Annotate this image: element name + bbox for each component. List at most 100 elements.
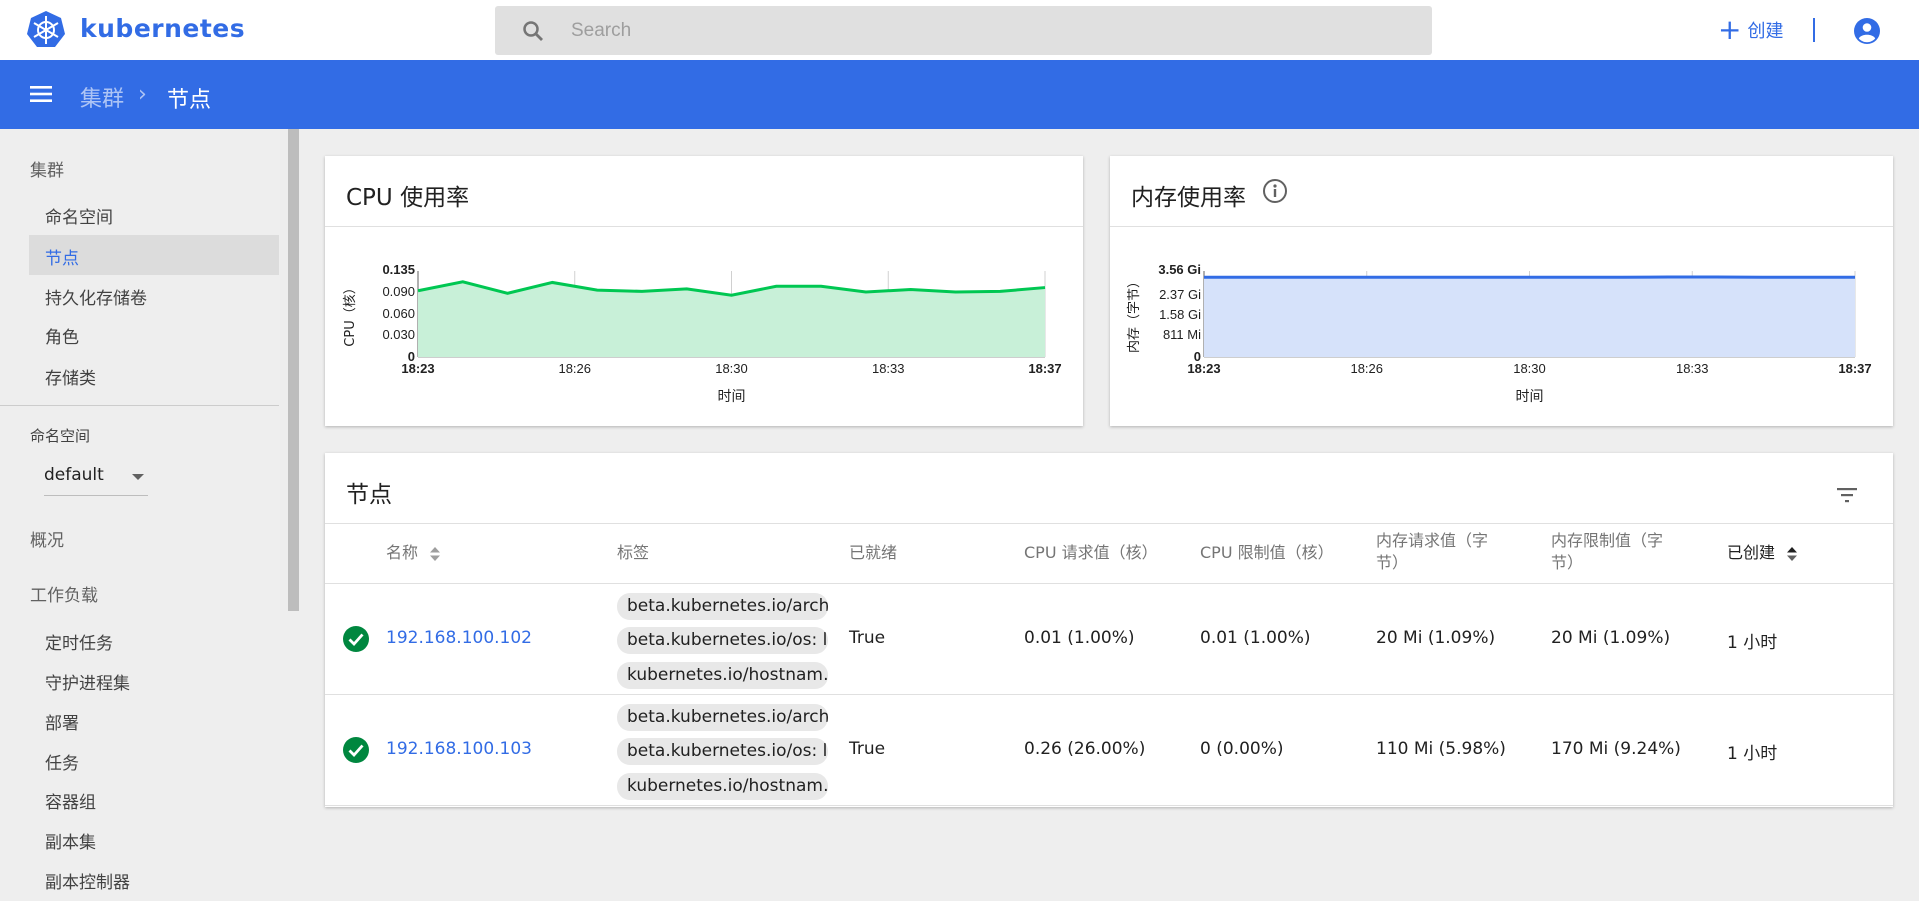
breadcrumb-current: 节点	[167, 88, 212, 113]
nodes-card-title: 节点	[346, 482, 392, 508]
table-row: 192.168.100.102 beta.kubernetes.io/arch……	[325, 584, 1893, 695]
cpu-card-title: CPU 使用率	[346, 185, 470, 211]
y-tick-label: 3.56 Gi	[1158, 262, 1201, 277]
node-memory-requests: 20 Mi (1.09%)	[1376, 628, 1496, 648]
filter-icon[interactable]	[1835, 483, 1859, 507]
label-chip[interactable]: kubernetes.io/hostnam…	[617, 662, 828, 689]
y-axis-title: CPU（核）	[343, 281, 358, 346]
search-bar[interactable]	[495, 6, 1432, 55]
label-chip[interactable]: beta.kubernetes.io/os: li…	[617, 627, 828, 654]
sort-icon	[430, 546, 441, 561]
x-tick-label: 18:37	[1028, 361, 1061, 376]
sidebar-divider	[0, 405, 279, 406]
ready-check-icon	[343, 737, 369, 763]
sidebar-item-storage-classes[interactable]: 存储类	[45, 364, 96, 389]
label-chip[interactable]: beta.kubernetes.io/os: li…	[617, 738, 828, 765]
node-memory-limits: 170 Mi (9.24%)	[1551, 739, 1681, 759]
x-axis-title: 时间	[1516, 389, 1544, 405]
memory-usage-chart: 18:23 18:26 18:30 18:33 18:37 0 811 Mi 1.58 Gi 2…	[1126, 262, 1872, 405]
x-tick-label: 18:37	[1838, 361, 1871, 376]
y-tick-label: 0.090	[382, 284, 415, 299]
node-created: 1 小时	[1727, 633, 1778, 653]
label-chip[interactable]: kubernetes.io/hostnam…	[617, 773, 828, 800]
x-tick-label: 18:33	[1676, 361, 1709, 376]
y-tick-label: 1.58 Gi	[1159, 307, 1201, 322]
node-memory-requests: 110 Mi (5.98%)	[1376, 739, 1506, 759]
sidebar-item-roles[interactable]: 角色	[45, 323, 79, 348]
node-cpu-limits: 0.01 (1.00%)	[1200, 628, 1311, 648]
x-tick-label: 18:33	[872, 361, 905, 376]
node-cpu-limits: 0 (0.00%)	[1200, 739, 1284, 759]
node-ready: True	[849, 739, 886, 759]
namespace-value: default	[44, 465, 104, 485]
search-icon	[523, 21, 543, 41]
sidebar-heading-cluster[interactable]: 集群	[30, 156, 64, 181]
column-header-name[interactable]: 名称	[386, 542, 441, 564]
create-button[interactable]: + 创建	[1718, 15, 1783, 45]
search-input[interactable]	[571, 6, 1411, 55]
column-header-created-label: 已创建	[1727, 543, 1776, 562]
sidebar-item-namespaces[interactable]: 命名空间	[45, 203, 113, 228]
column-header-labels: 标签	[617, 543, 650, 562]
hamburger-menu-icon[interactable]	[28, 82, 56, 106]
kubernetes-logo-icon[interactable]	[26, 10, 66, 50]
node-name-link[interactable]: 192.168.100.103	[386, 739, 532, 759]
column-header-created[interactable]: 已创建	[1727, 542, 1798, 564]
sidebar-item-deployments[interactable]: 部署	[45, 709, 79, 734]
node-ready: True	[849, 628, 886, 648]
x-axis-title: 时间	[718, 389, 746, 405]
info-icon[interactable]	[1262, 178, 1288, 204]
table-header: 名称 标签 已就绪 CPU 请求值（核） CPU 限制值（核） 内存请求值（字节…	[325, 523, 1893, 584]
node-memory-limits: 20 Mi (1.09%)	[1551, 628, 1671, 648]
node-name-link[interactable]: 192.168.100.102	[386, 628, 532, 648]
y-tick-label: 0.030	[382, 327, 415, 342]
column-header-name-label: 名称	[386, 543, 419, 562]
column-header-memory-limits: 内存限制值（字节）	[1551, 531, 1664, 572]
top-bar: kubernetes + 创建	[0, 0, 1919, 60]
node-cpu-requests: 0.01 (1.00%)	[1024, 628, 1135, 648]
sidebar-item-jobs[interactable]: 任务	[45, 749, 79, 774]
sidebar-item-cronjobs[interactable]: 定时任务	[45, 629, 113, 654]
column-header-ready: 已就绪	[849, 543, 898, 562]
header-divider	[1813, 18, 1815, 42]
y-tick-label: 2.37 Gi	[1159, 287, 1201, 302]
x-tick-label: 18:26	[1350, 361, 1383, 376]
sort-icon	[1787, 546, 1798, 561]
app-title[interactable]: kubernetes	[80, 14, 245, 43]
x-tick-label: 18:26	[558, 361, 591, 376]
y-tick-label: 811 Mi	[1163, 327, 1201, 342]
sidebar-item-persistent-volumes[interactable]: 持久化存储卷	[45, 284, 147, 309]
label-chip[interactable]: beta.kubernetes.io/arch…	[617, 593, 828, 620]
account-icon[interactable]	[1852, 16, 1882, 46]
y-axis-title: 内存（字节）	[1126, 275, 1142, 353]
cpu-usage-chart: 18:23 18:26 18:30 18:33 18:37 0 0.030 0.060 0.09…	[343, 262, 1062, 405]
chevron-down-icon	[132, 474, 144, 480]
y-tick-label: 0.060	[382, 306, 415, 321]
nodes-table-card: 节点 名称 标签 已就绪 CPU 请求值（核） CPU 限制值（核） 内存请求值…	[325, 453, 1893, 807]
sidebar-item-replicasets[interactable]: 副本集	[45, 828, 96, 853]
sidebar-item-overview[interactable]: 概况	[30, 526, 64, 551]
namespace-select[interactable]: default	[44, 460, 148, 496]
label-chip[interactable]: beta.kubernetes.io/arch…	[617, 704, 828, 731]
breadcrumb-separator: ›	[138, 82, 147, 107]
x-tick-label: 18:30	[1513, 361, 1546, 376]
column-header-memory-requests: 内存请求值（字节）	[1376, 531, 1489, 572]
sidebar-heading-workloads[interactable]: 工作负载	[30, 581, 98, 606]
breadcrumb-cluster[interactable]: 集群	[80, 81, 124, 113]
ready-check-icon	[343, 626, 369, 652]
table-row: 192.168.100.103 beta.kubernetes.io/arch……	[325, 695, 1893, 806]
sidebar-item-replication-controllers[interactable]: 副本控制器	[45, 868, 130, 893]
sidebar-item-daemonsets[interactable]: 守护进程集	[45, 669, 130, 694]
node-created: 1 小时	[1727, 744, 1778, 764]
breadcrumb-bar: 集群 › 节点	[0, 60, 1919, 129]
sidebar-item-pods[interactable]: 容器组	[45, 788, 96, 813]
y-tick-label: 0	[1194, 349, 1201, 364]
plus-icon: +	[1718, 13, 1742, 46]
sidebar-item-nodes[interactable]: 节点	[45, 244, 79, 269]
create-button-label: 创建	[1747, 21, 1784, 42]
memory-card-title: 内存使用率	[1131, 185, 1246, 211]
column-header-cpu-requests: CPU 请求值（核）	[1024, 543, 1158, 562]
namespace-label: 命名空间	[30, 427, 91, 445]
x-tick-label: 18:30	[715, 361, 748, 376]
sidebar-scrollbar[interactable]	[288, 129, 299, 611]
